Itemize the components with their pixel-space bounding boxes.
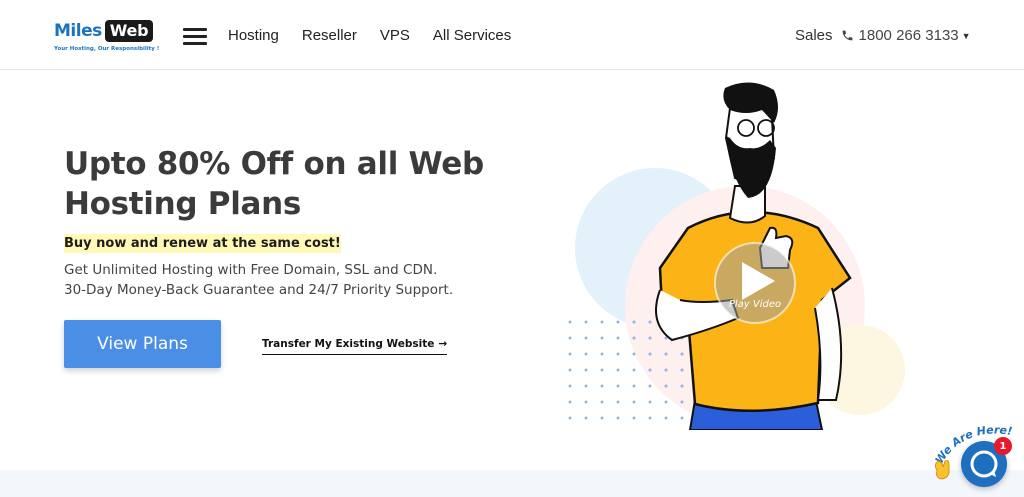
play-video-button[interactable]: Play Video: [714, 242, 796, 324]
logo-text-miles: Miles: [54, 21, 102, 41]
hero-headline: Upto 80% Off on all Web Hosting Plans: [64, 146, 484, 222]
transfer-website-label: Transfer My Existing Website: [262, 338, 435, 350]
bottom-band: [0, 470, 1024, 497]
logo-tagline: Your Hosting, Our Responsibility !: [54, 46, 160, 52]
chat-badge: 1: [994, 437, 1012, 455]
mileseweb-logo[interactable]: Miles Web Your Hosting, Our Responsibili…: [54, 18, 166, 56]
caret-down-icon[interactable]: ▼: [962, 31, 971, 41]
hero-highlight: Buy now and renew at the same cost!: [64, 234, 341, 253]
hero-description: Get Unlimited Hosting with Free Domain, …: [64, 260, 494, 300]
transfer-website-link[interactable]: Transfer My Existing Website →: [262, 338, 448, 355]
hero-description-line1: Get Unlimited Hosting with Free Domain, …: [64, 262, 438, 278]
nav-item-vps[interactable]: VPS: [380, 27, 410, 44]
nav-item-all-services[interactable]: All Services: [433, 27, 511, 44]
view-plans-button[interactable]: View Plans: [64, 320, 221, 368]
arrow-right-icon: →: [438, 338, 448, 350]
nav-item-reseller[interactable]: Reseller: [302, 27, 357, 44]
main-nav: Hosting Reseller VPS All Services: [228, 27, 534, 44]
logo-text-web: Web: [104, 20, 154, 42]
play-video-label: Play Video: [729, 299, 781, 310]
site-header: Miles Web Your Hosting, Our Responsibili…: [0, 0, 1024, 70]
hero-description-line2: 30-Day Money-Back Guarantee and 24/7 Pri…: [64, 282, 454, 298]
sales-contact[interactable]: Sales 1800 266 3133 ▼: [795, 27, 971, 44]
hamburger-menu-icon[interactable]: [183, 28, 207, 45]
sales-phone-number[interactable]: 1800 266 3133: [859, 27, 959, 44]
sales-label: Sales: [795, 27, 833, 44]
chat-widget[interactable]: We Are Here! 1: [925, 415, 1024, 497]
hero-illustration: Play Video: [568, 82, 905, 430]
nav-item-hosting[interactable]: Hosting: [228, 27, 279, 44]
phone-icon: [842, 30, 852, 41]
waving-hand-icon: [935, 460, 950, 480]
